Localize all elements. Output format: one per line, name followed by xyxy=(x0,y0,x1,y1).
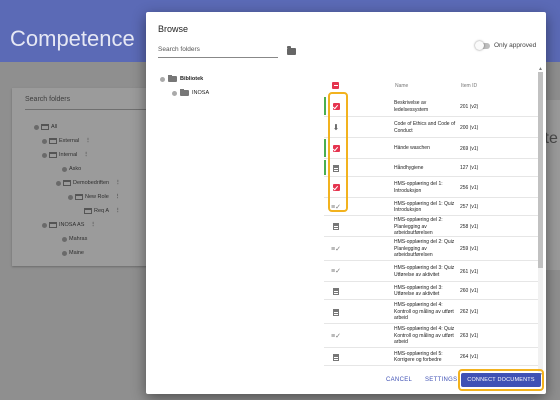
document-item-id: 127 (v1) xyxy=(460,165,479,171)
toggle-track[interactable] xyxy=(475,40,490,50)
document-item-id: 260 (v1) xyxy=(460,288,479,294)
toggle-knob[interactable] xyxy=(475,40,484,50)
document-item-id: 200 (v1) xyxy=(460,124,479,131)
quiz-icon[interactable]: ≡✓ xyxy=(331,333,341,340)
document-icon[interactable] xyxy=(333,308,339,316)
document-row[interactable]: HMS-opplæring del 3: Utførelse av aktivi… xyxy=(324,282,539,300)
approved-indicator xyxy=(324,139,326,157)
row-action[interactable] xyxy=(332,308,340,316)
quiz-icon[interactable]: ≡✓ xyxy=(331,268,341,275)
highlight-annotation xyxy=(458,369,544,391)
document-icon[interactable] xyxy=(333,287,339,295)
folder-tree-item-bibliotek[interactable]: Bibliotek xyxy=(160,74,203,82)
bg-tree-node: All xyxy=(34,124,57,130)
quiz-icon[interactable]: ≡✓ xyxy=(331,246,341,253)
row-action[interactable]: ≡✓ xyxy=(331,332,341,340)
dialog-title: Browse xyxy=(158,24,189,34)
document-item-id: 264 (v1) xyxy=(460,354,479,360)
document-item-id: 256 (v1) xyxy=(460,184,479,191)
document-name: HMS-opplæring del 1: Introduksjon xyxy=(394,181,443,194)
folder-search-input[interactable]: Search folders xyxy=(158,44,278,58)
document-list[interactable]: Beskrivelse av ledelsessystem 201 (v2) ⬇ Co… xyxy=(324,96,539,366)
cancel-button[interactable]: CANCEL xyxy=(386,377,412,383)
column-header-name[interactable]: Name xyxy=(395,83,408,89)
bg-tree-node: Asko xyxy=(62,166,81,172)
document-item-id: 261 (v1) xyxy=(460,268,479,275)
bg-tree-node: Req A ⋮ xyxy=(84,208,120,214)
bg-tree-node: Demobedriften ⋮ xyxy=(56,180,121,186)
highlight-annotation xyxy=(328,92,348,212)
document-name: HMS-opplæring del 4: Quiz Kontroll og må… xyxy=(394,326,455,345)
document-row[interactable]: HMS-opplæring del 5: Korrigere og forbed… xyxy=(324,348,539,366)
document-item-id: 201 (v2) xyxy=(460,103,479,110)
app-title: Competence xyxy=(10,26,135,51)
document-name: HMS-opplæring del 3: Quiz Utførelse av a… xyxy=(394,265,455,278)
document-item-id: 259 (v1) xyxy=(460,246,479,252)
document-name: HMS-opplæring del 5: Korrigere og forbed… xyxy=(394,350,443,364)
document-name: HMS-opplæring del 2: Planlegging av arbe… xyxy=(394,217,443,236)
folder-icon xyxy=(168,74,177,82)
folder-icon[interactable] xyxy=(287,46,296,55)
document-table-header: Name Item ID xyxy=(324,82,544,94)
row-action[interactable]: ≡✓ xyxy=(331,245,341,253)
approved-indicator xyxy=(324,160,326,175)
dialog-actions: CANCEL SETTINGS CONNECT DOCUMENTS xyxy=(146,369,546,394)
document-item-id: 269 (v1) xyxy=(460,145,479,152)
folder-icon xyxy=(180,88,189,96)
document-name: HMS-opplæring del 2: Quiz Planlegging av… xyxy=(394,239,455,258)
only-approved-toggle[interactable]: Only approved xyxy=(475,40,537,50)
select-all-checkbox[interactable] xyxy=(332,82,339,89)
document-item-id: 258 (v1) xyxy=(460,223,479,230)
row-action[interactable] xyxy=(332,287,340,295)
bg-tree-node: New Role ⋮ xyxy=(68,194,120,200)
bg-tree-node: Maine xyxy=(62,250,84,256)
document-name: Code of Ethics and Code of Conduct xyxy=(394,121,456,134)
toggle-label: Only approved xyxy=(494,42,537,49)
document-icon[interactable] xyxy=(333,353,339,361)
document-name: Hände waschen xyxy=(394,145,430,151)
expand-dot-icon[interactable] xyxy=(160,76,165,82)
approved-indicator xyxy=(324,97,326,115)
document-name: HMS-opplæring del 4: Kontroll og måling … xyxy=(394,302,454,321)
document-list-scrollbar[interactable] xyxy=(538,72,543,372)
document-row[interactable]: ≡✓ HMS-opplæring del 2: Quiz Planlegging … xyxy=(324,237,539,261)
row-action[interactable] xyxy=(332,353,340,361)
row-action[interactable]: ≡✓ xyxy=(331,268,341,276)
browse-dialog: Browse Search folders Only approved Bibl… xyxy=(146,12,546,394)
bg-tree-node: INOSA AS ⋮ xyxy=(42,222,96,228)
document-item-id: 262 (v1) xyxy=(460,309,479,315)
document-row[interactable]: HMS-opplæring del 4: Kontroll og måling … xyxy=(324,300,539,324)
document-name: Håndhygiene xyxy=(394,164,424,171)
document-row[interactable]: ≡✓ HMS-opplæring del 4: Quiz Kontroll og … xyxy=(324,324,539,348)
document-row[interactable]: ≡✓ HMS-opplæring del 1: Quiz Introduksjon… xyxy=(324,198,539,216)
document-item-id: 263 (v1) xyxy=(460,333,479,339)
row-action[interactable] xyxy=(332,223,340,231)
document-name: HMS-opplæring del 1: Quiz Introduksjon xyxy=(394,200,455,214)
settings-button[interactable]: SETTINGS xyxy=(425,377,457,383)
document-row[interactable]: ≡✓ HMS-opplæring del 3: Quiz Utførelse av… xyxy=(324,261,539,282)
document-row[interactable]: HMS-opplæring del 1: Introduksjon 256 (v1… xyxy=(324,177,539,198)
document-item-id: 257 (v1) xyxy=(460,204,479,210)
document-icon[interactable] xyxy=(333,223,339,230)
document-row[interactable]: HMS-opplæring del 2: Planlegging av arbe… xyxy=(324,216,539,237)
document-row[interactable]: Beskrivelse av ledelsessystem 201 (v2) xyxy=(324,96,539,117)
document-row[interactable]: Hände waschen 269 (v1) xyxy=(324,138,539,159)
document-row[interactable]: ⬇ Code of Ethics and Code of Conduct 200 (… xyxy=(324,117,539,138)
scrollbar-thumb[interactable] xyxy=(538,72,543,268)
background-search-input: Search folders xyxy=(25,96,153,110)
expand-dot-icon[interactable] xyxy=(172,90,177,96)
bg-tree-node: External ⋮ xyxy=(42,138,91,144)
folder-tree-item-inosa[interactable]: INOSA xyxy=(172,88,209,96)
document-name: Beskrivelse av ledelsessystem xyxy=(394,100,429,113)
document-row[interactable]: Håndhygiene 127 (v1) xyxy=(324,159,539,177)
bg-tree-node: Internal ⋮ xyxy=(42,152,89,158)
document-name: HMS-opplæring del 3: Utførelse av aktivi… xyxy=(394,284,443,298)
bg-tree-node: Mahras xyxy=(62,236,87,242)
column-header-item-id[interactable]: Item ID xyxy=(461,83,477,89)
